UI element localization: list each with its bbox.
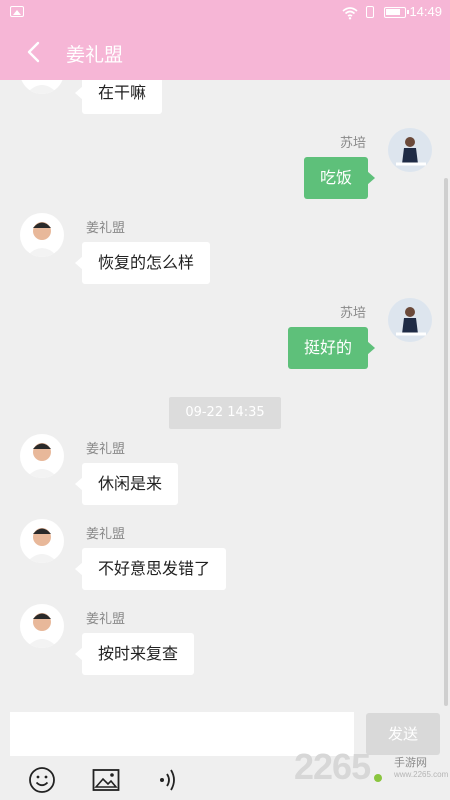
gallery-notification-icon	[10, 6, 24, 17]
image-icon[interactable]	[92, 766, 120, 794]
message-list[interactable]: 在干嘛 苏培 吃饭 姜礼盟 恢复的怎么样 苏培 挺好的 09-22 14:35 …	[0, 80, 450, 710]
wifi-icon	[342, 7, 358, 20]
message-bubble[interactable]: 吃饭	[303, 157, 376, 199]
emoji-icon[interactable]	[28, 766, 56, 794]
avatar	[388, 298, 432, 342]
sender-name: 姜礼盟	[86, 221, 126, 236]
time-divider: 09-22 14:35	[169, 397, 281, 429]
sender-name: 姜礼盟	[86, 527, 126, 542]
page-title: 姜礼盟	[66, 44, 124, 66]
voice-icon[interactable]	[156, 766, 184, 794]
sim-icon	[366, 6, 374, 18]
message-bubble[interactable]: 恢复的怎么样	[74, 242, 211, 284]
avatar	[20, 80, 64, 94]
avatar	[20, 604, 64, 648]
avatar	[20, 434, 64, 478]
message-bubble[interactable]: 挺好的	[287, 327, 376, 369]
message-bubble[interactable]: 休闲是来	[74, 463, 179, 505]
watermark-dot	[374, 774, 382, 782]
battery-icon	[384, 7, 409, 18]
message-bubble[interactable]: 在干嘛	[74, 80, 163, 114]
watermark-brand: 2265	[294, 746, 371, 787]
avatar	[20, 519, 64, 563]
message-bubble[interactable]: 按时来复查	[74, 633, 195, 675]
scrollbar[interactable]	[444, 178, 448, 706]
status-bar: 14:49	[0, 0, 450, 26]
sender-name: 苏培	[339, 306, 366, 321]
sender-name: 姜礼盟	[86, 442, 126, 457]
chat-header: 姜礼盟	[0, 26, 450, 80]
message-bubble[interactable]: 不好意思发错了	[74, 548, 227, 590]
watermark-url: www.2265.com	[394, 770, 449, 779]
sender-name: 苏培	[339, 136, 366, 151]
avatar	[388, 128, 432, 172]
watermark-site: 手游网	[394, 756, 427, 769]
watermark-logo: 2265 手游网 www.2265.com	[294, 742, 448, 798]
clock: 14:49	[409, 4, 442, 19]
sender-name: 姜礼盟	[86, 612, 126, 627]
avatar	[20, 213, 64, 257]
back-arrow-icon[interactable]	[24, 41, 46, 63]
